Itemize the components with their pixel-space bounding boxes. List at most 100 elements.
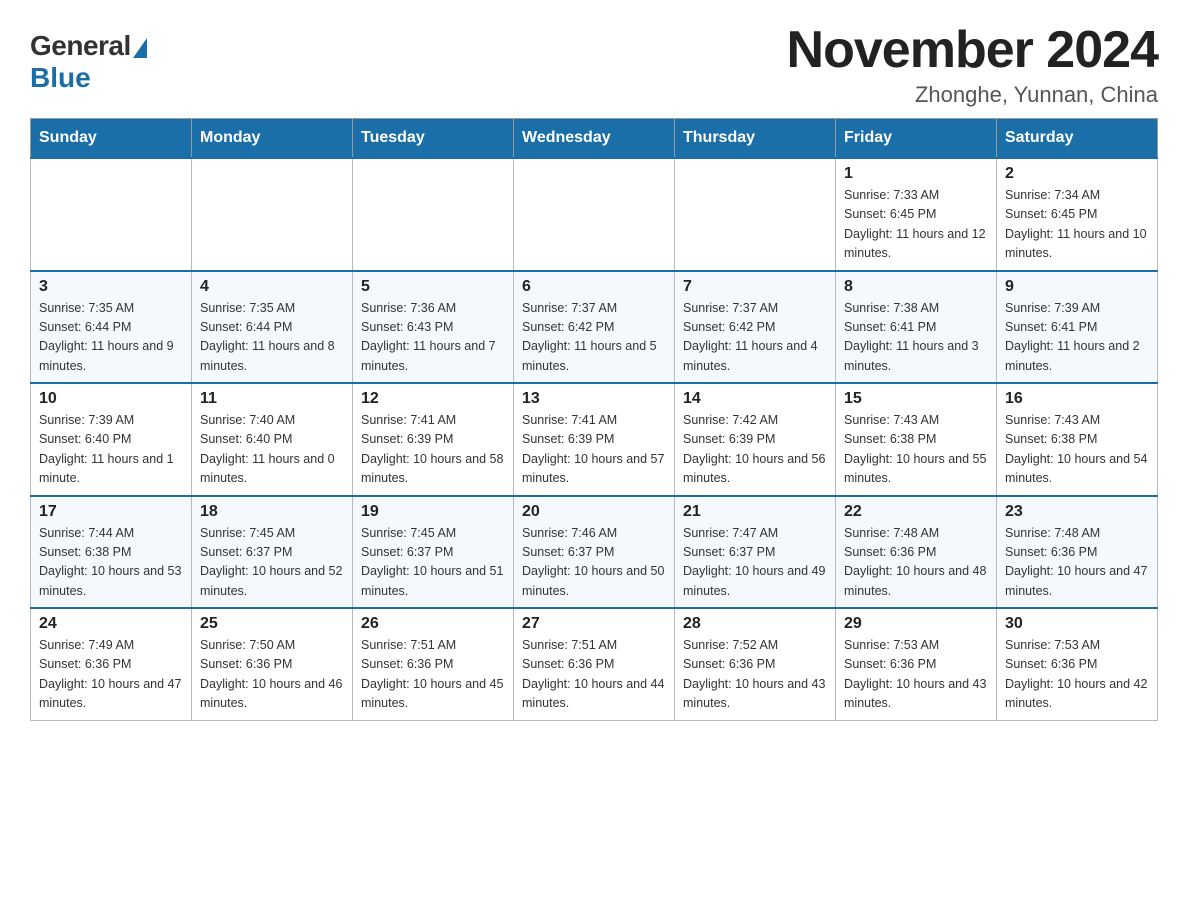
day-number: 5 [361, 278, 505, 296]
day-number: 20 [522, 503, 666, 521]
day-number: 28 [683, 615, 827, 633]
day-sun-info: Sunrise: 7:44 AM Sunset: 6:38 PM Dayligh… [39, 524, 183, 602]
day-number: 29 [844, 615, 988, 633]
calendar-cell: 22 Sunrise: 7:48 AM Sunset: 6:36 PM Dayli… [836, 496, 997, 609]
day-number: 27 [522, 615, 666, 633]
day-sun-info: Sunrise: 7:48 AM Sunset: 6:36 PM Dayligh… [1005, 524, 1149, 602]
month-title: November 2024 [787, 20, 1158, 80]
calendar-cell: 16 Sunrise: 7:43 AM Sunset: 6:38 PM Dayli… [997, 383, 1158, 496]
calendar-cell: 13 Sunrise: 7:41 AM Sunset: 6:39 PM Dayli… [514, 383, 675, 496]
week-row-4: 17 Sunrise: 7:44 AM Sunset: 6:38 PM Dayli… [31, 496, 1158, 609]
col-header-sunday: Sunday [31, 119, 192, 159]
day-number: 19 [361, 503, 505, 521]
calendar-cell: 14 Sunrise: 7:42 AM Sunset: 6:39 PM Dayli… [675, 383, 836, 496]
day-sun-info: Sunrise: 7:34 AM Sunset: 6:45 PM Dayligh… [1005, 186, 1149, 264]
col-header-tuesday: Tuesday [353, 119, 514, 159]
calendar-cell: 25Sunrise: 7:50 AM Sunset: 6:36 PM Dayli… [192, 608, 353, 720]
calendar-cell: 26 Sunrise: 7:51 AM Sunset: 6:36 PM Dayli… [353, 608, 514, 720]
day-sun-info: Sunrise: 7:41 AM Sunset: 6:39 PM Dayligh… [361, 411, 505, 489]
calendar-cell: 4 Sunrise: 7:35 AM Sunset: 6:44 PM Daylig… [192, 271, 353, 384]
calendar-cell: 11 Sunrise: 7:40 AM Sunset: 6:40 PM Dayli… [192, 383, 353, 496]
calendar-cell: 30 Sunrise: 7:53 AM Sunset: 6:36 PM Dayli… [997, 608, 1158, 720]
day-number: 23 [1005, 503, 1149, 521]
day-sun-info: Sunrise: 7:46 AM Sunset: 6:37 PM Dayligh… [522, 524, 666, 602]
calendar-cell: 1 Sunrise: 7:33 AM Sunset: 6:45 PM Daylig… [836, 158, 997, 271]
calendar-cell: 7Sunrise: 7:37 AM Sunset: 6:42 PM Daylig… [675, 271, 836, 384]
day-number: 24 [39, 615, 183, 633]
calendar-cell: 6Sunrise: 7:37 AM Sunset: 6:42 PM Daylig… [514, 271, 675, 384]
day-sun-info: Sunrise: 7:35 AM Sunset: 6:44 PM Dayligh… [200, 299, 344, 377]
location-subtitle: Zhonghe, Yunnan, China [787, 82, 1158, 108]
day-sun-info: Sunrise: 7:49 AM Sunset: 6:36 PM Dayligh… [39, 636, 183, 714]
day-number: 21 [683, 503, 827, 521]
day-number: 17 [39, 503, 183, 521]
calendar-cell: 27Sunrise: 7:51 AM Sunset: 6:36 PM Dayli… [514, 608, 675, 720]
title-block: November 2024 Zhonghe, Yunnan, China [787, 20, 1158, 108]
logo: General Blue [30, 20, 147, 94]
week-row-1: 1 Sunrise: 7:33 AM Sunset: 6:45 PM Daylig… [31, 158, 1158, 271]
day-sun-info: Sunrise: 7:39 AM Sunset: 6:41 PM Dayligh… [1005, 299, 1149, 377]
day-sun-info: Sunrise: 7:33 AM Sunset: 6:45 PM Dayligh… [844, 186, 988, 264]
day-number: 12 [361, 390, 505, 408]
col-header-friday: Friday [836, 119, 997, 159]
day-sun-info: Sunrise: 7:43 AM Sunset: 6:38 PM Dayligh… [844, 411, 988, 489]
col-header-wednesday: Wednesday [514, 119, 675, 159]
day-sun-info: Sunrise: 7:53 AM Sunset: 6:36 PM Dayligh… [1005, 636, 1149, 714]
calendar-cell: 10Sunrise: 7:39 AM Sunset: 6:40 PM Dayli… [31, 383, 192, 496]
col-header-monday: Monday [192, 119, 353, 159]
day-sun-info: Sunrise: 7:45 AM Sunset: 6:37 PM Dayligh… [361, 524, 505, 602]
day-sun-info: Sunrise: 7:41 AM Sunset: 6:39 PM Dayligh… [522, 411, 666, 489]
day-sun-info: Sunrise: 7:50 AM Sunset: 6:36 PM Dayligh… [200, 636, 344, 714]
day-sun-info: Sunrise: 7:40 AM Sunset: 6:40 PM Dayligh… [200, 411, 344, 489]
calendar-cell: 5 Sunrise: 7:36 AM Sunset: 6:43 PM Daylig… [353, 271, 514, 384]
day-sun-info: Sunrise: 7:53 AM Sunset: 6:36 PM Dayligh… [844, 636, 988, 714]
calendar-cell: 21 Sunrise: 7:47 AM Sunset: 6:37 PM Dayli… [675, 496, 836, 609]
day-number: 4 [200, 278, 344, 296]
day-sun-info: Sunrise: 7:37 AM Sunset: 6:42 PM Dayligh… [683, 299, 827, 377]
calendar-cell: 2 Sunrise: 7:34 AM Sunset: 6:45 PM Daylig… [997, 158, 1158, 271]
day-sun-info: Sunrise: 7:36 AM Sunset: 6:43 PM Dayligh… [361, 299, 505, 377]
day-number: 14 [683, 390, 827, 408]
logo-arrow-icon [133, 38, 147, 58]
day-number: 8 [844, 278, 988, 296]
calendar-cell: 24 Sunrise: 7:49 AM Sunset: 6:36 PM Dayli… [31, 608, 192, 720]
day-number: 15 [844, 390, 988, 408]
logo-general-text: General [30, 30, 147, 62]
day-sun-info: Sunrise: 7:45 AM Sunset: 6:37 PM Dayligh… [200, 524, 344, 602]
day-number: 2 [1005, 165, 1149, 183]
logo-general-label: General [30, 30, 131, 62]
calendar-cell: 3Sunrise: 7:35 AM Sunset: 6:44 PM Daylig… [31, 271, 192, 384]
col-header-thursday: Thursday [675, 119, 836, 159]
day-number: 22 [844, 503, 988, 521]
day-number: 11 [200, 390, 344, 408]
day-sun-info: Sunrise: 7:51 AM Sunset: 6:36 PM Dayligh… [361, 636, 505, 714]
day-number: 30 [1005, 615, 1149, 633]
calendar-cell: 28Sunrise: 7:52 AM Sunset: 6:36 PM Dayli… [675, 608, 836, 720]
calendar-cell [31, 158, 192, 271]
day-sun-info: Sunrise: 7:48 AM Sunset: 6:36 PM Dayligh… [844, 524, 988, 602]
day-number: 1 [844, 165, 988, 183]
day-sun-info: Sunrise: 7:42 AM Sunset: 6:39 PM Dayligh… [683, 411, 827, 489]
calendar-header-row: SundayMondayTuesdayWednesdayThursdayFrid… [31, 119, 1158, 159]
calendar-cell: 15 Sunrise: 7:43 AM Sunset: 6:38 PM Dayli… [836, 383, 997, 496]
day-sun-info: Sunrise: 7:43 AM Sunset: 6:38 PM Dayligh… [1005, 411, 1149, 489]
calendar-cell: 19 Sunrise: 7:45 AM Sunset: 6:37 PM Dayli… [353, 496, 514, 609]
calendar-cell: 9 Sunrise: 7:39 AM Sunset: 6:41 PM Daylig… [997, 271, 1158, 384]
day-sun-info: Sunrise: 7:47 AM Sunset: 6:37 PM Dayligh… [683, 524, 827, 602]
day-number: 10 [39, 390, 183, 408]
calendar-cell: 8Sunrise: 7:38 AM Sunset: 6:41 PM Daylig… [836, 271, 997, 384]
calendar-cell [192, 158, 353, 271]
calendar-cell: 20 Sunrise: 7:46 AM Sunset: 6:37 PM Dayli… [514, 496, 675, 609]
day-number: 13 [522, 390, 666, 408]
day-number: 9 [1005, 278, 1149, 296]
calendar-cell: 17 Sunrise: 7:44 AM Sunset: 6:38 PM Dayli… [31, 496, 192, 609]
week-row-5: 24 Sunrise: 7:49 AM Sunset: 6:36 PM Dayli… [31, 608, 1158, 720]
calendar-cell: 29 Sunrise: 7:53 AM Sunset: 6:36 PM Dayli… [836, 608, 997, 720]
week-row-2: 3Sunrise: 7:35 AM Sunset: 6:44 PM Daylig… [31, 271, 1158, 384]
calendar-cell: 23 Sunrise: 7:48 AM Sunset: 6:36 PM Dayli… [997, 496, 1158, 609]
day-number: 26 [361, 615, 505, 633]
logo-blue-label: Blue [30, 62, 91, 94]
day-number: 18 [200, 503, 344, 521]
calendar-cell: 12 Sunrise: 7:41 AM Sunset: 6:39 PM Dayli… [353, 383, 514, 496]
day-number: 16 [1005, 390, 1149, 408]
